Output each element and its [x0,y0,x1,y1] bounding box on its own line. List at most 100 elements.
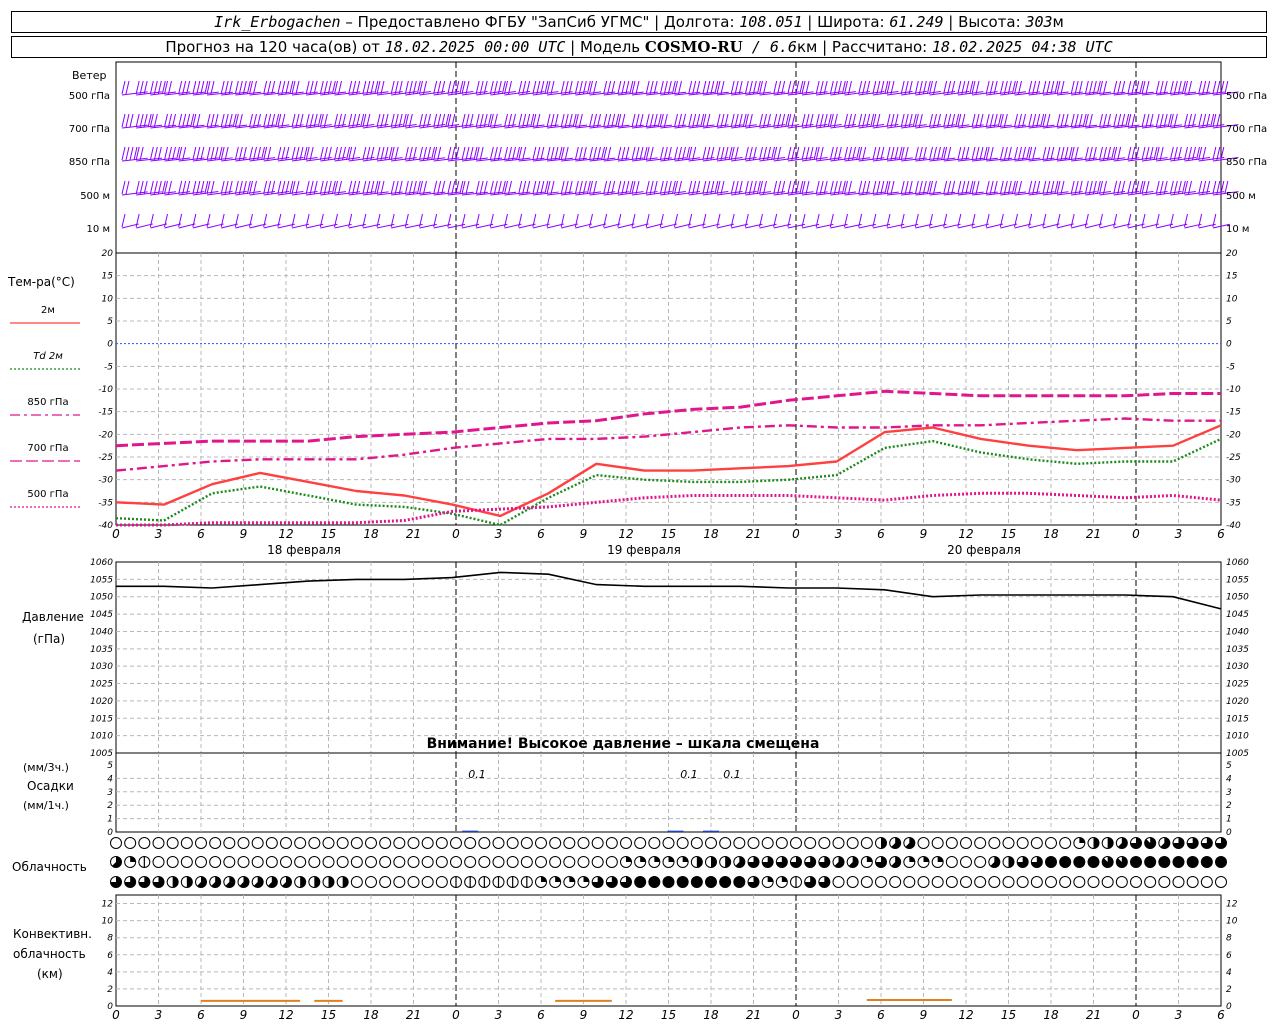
cloud-symbol-middle [705,856,717,868]
cloud-symbol-upper [804,837,817,849]
pressure-tick-left: 1025 [90,680,113,690]
wind-level-label-left: 850 гПа [69,157,110,168]
pressure-tick-left: 1010 [90,732,113,742]
cloud-symbol-upper [1130,837,1142,849]
cloud-symbol-lower [1186,876,1199,888]
cloud-symbol-lower [195,876,207,888]
pressure-tick-left: 1030 [90,662,113,672]
wind-barb [1014,146,1041,162]
wind-barb [164,180,191,196]
wind-barb [914,180,942,196]
bottom-hour-tick: 0 [112,1008,120,1022]
cloud-symbol-lower [662,876,675,888]
wind-barb [659,146,687,162]
temp-hour-tick: 9 [240,527,248,541]
cloud-symbol-middle [209,856,222,868]
wind-barb [461,113,488,129]
temp-hour-tick: 9 [920,527,928,541]
cloud-symbol-lower [280,876,292,888]
temp-hour-tick: 15 [661,527,676,541]
cloud-symbol-lower [620,876,632,888]
cloud-symbol-middle [294,856,307,868]
pressure-tick-left: 1055 [90,575,113,585]
cloud-symbol-lower [379,876,392,888]
wind-barb [631,180,658,196]
temperature-series [10,322,1222,527]
cloud-symbol-upper [1200,837,1213,849]
cloud-symbol-upper [535,837,547,849]
cloud-symbol-middle [223,856,236,868]
temp-legend-label-0: 2м [41,305,55,316]
wind-barb [574,180,602,196]
cloud-symbol-lower [322,876,335,888]
cloud-symbol-middle [1101,856,1114,868]
cloud-symbol-middle [124,856,137,868]
cloud-symbol-upper [379,837,392,849]
wind-barb [1184,180,1211,196]
wind-barb [744,146,771,162]
wind-barb [858,146,885,162]
wind-barb [390,113,417,129]
wind-barb [1155,113,1182,129]
cloud-symbol-middle [846,856,859,868]
cloud-symbol-upper [138,837,151,849]
wind-barb [319,113,346,129]
cloud-symbol-upper [676,837,689,849]
cloud-symbol-upper [1172,837,1185,849]
cloud-symbol-middle [690,856,703,868]
wind-barb [645,146,672,162]
cloud-symbol-middle [818,856,831,868]
wind-panel-title: Ветер [72,69,106,82]
wind-barb [1113,180,1140,196]
wind-barbs [121,80,1239,229]
bottom-hour-tick: 3 [835,1008,843,1022]
temp-hour-tick: 12 [278,527,293,541]
precip-tick-right: 2 [1226,801,1232,811]
cloud-symbol-lower [917,876,930,888]
cloud-symbol-lower [152,876,165,888]
cloud-symbol-middle [1130,856,1142,868]
wind-barb [914,80,941,96]
wind-barb [390,146,417,162]
pressure-tick-left: 1040 [90,627,113,637]
wind-barb [178,113,205,129]
temp-panel-title: Тем-ра(°C) [7,275,75,289]
wind-barb [1028,180,1055,196]
cloud-symbol-upper [634,837,647,849]
wind-barb [872,180,899,196]
cloud-symbol-middle [365,856,377,868]
cloud-symbol-middle [903,856,916,868]
conv-title-2: облачность [13,947,86,961]
cloud-symbol-middle [251,856,264,868]
wind-barb [801,146,828,162]
pressure-tick-left: 1005 [90,749,113,759]
cloud-symbol-upper [1158,837,1171,849]
wind-level-label-right: 850 гПа [1226,157,1267,168]
cloud-symbol-upper [265,837,278,849]
date-label-3: 20 февраля [947,543,1021,557]
wind-barb [121,80,148,96]
wind-barb [1127,180,1154,196]
temp-tick-right: -20 [1226,430,1241,440]
cloud-symbol-upper [237,837,250,849]
convective-tick-left: 2 [107,985,113,995]
cloud-symbol-upper [407,837,420,849]
cloud-symbol-upper [280,837,292,849]
temp-tick-right: -25 [1226,453,1241,463]
cloud-symbol-upper [308,837,321,849]
precip-title: Осадки [27,779,74,793]
wind-barb [362,113,389,129]
wind-barb [957,180,984,196]
cloud-symbol-lower [124,876,137,888]
cloud-symbol-middle [1073,856,1086,868]
cloud-symbol-middle [648,856,661,868]
wind-barb [688,180,715,196]
wind-barb [702,146,729,162]
temp-tick-right: 15 [1226,272,1238,282]
cloud-symbol-lower [945,876,958,888]
cloud-symbol-lower [591,876,604,888]
wind-barb [220,180,247,196]
wind-barb [617,180,644,196]
wind-barb [504,80,531,96]
wind-barb [929,80,956,96]
